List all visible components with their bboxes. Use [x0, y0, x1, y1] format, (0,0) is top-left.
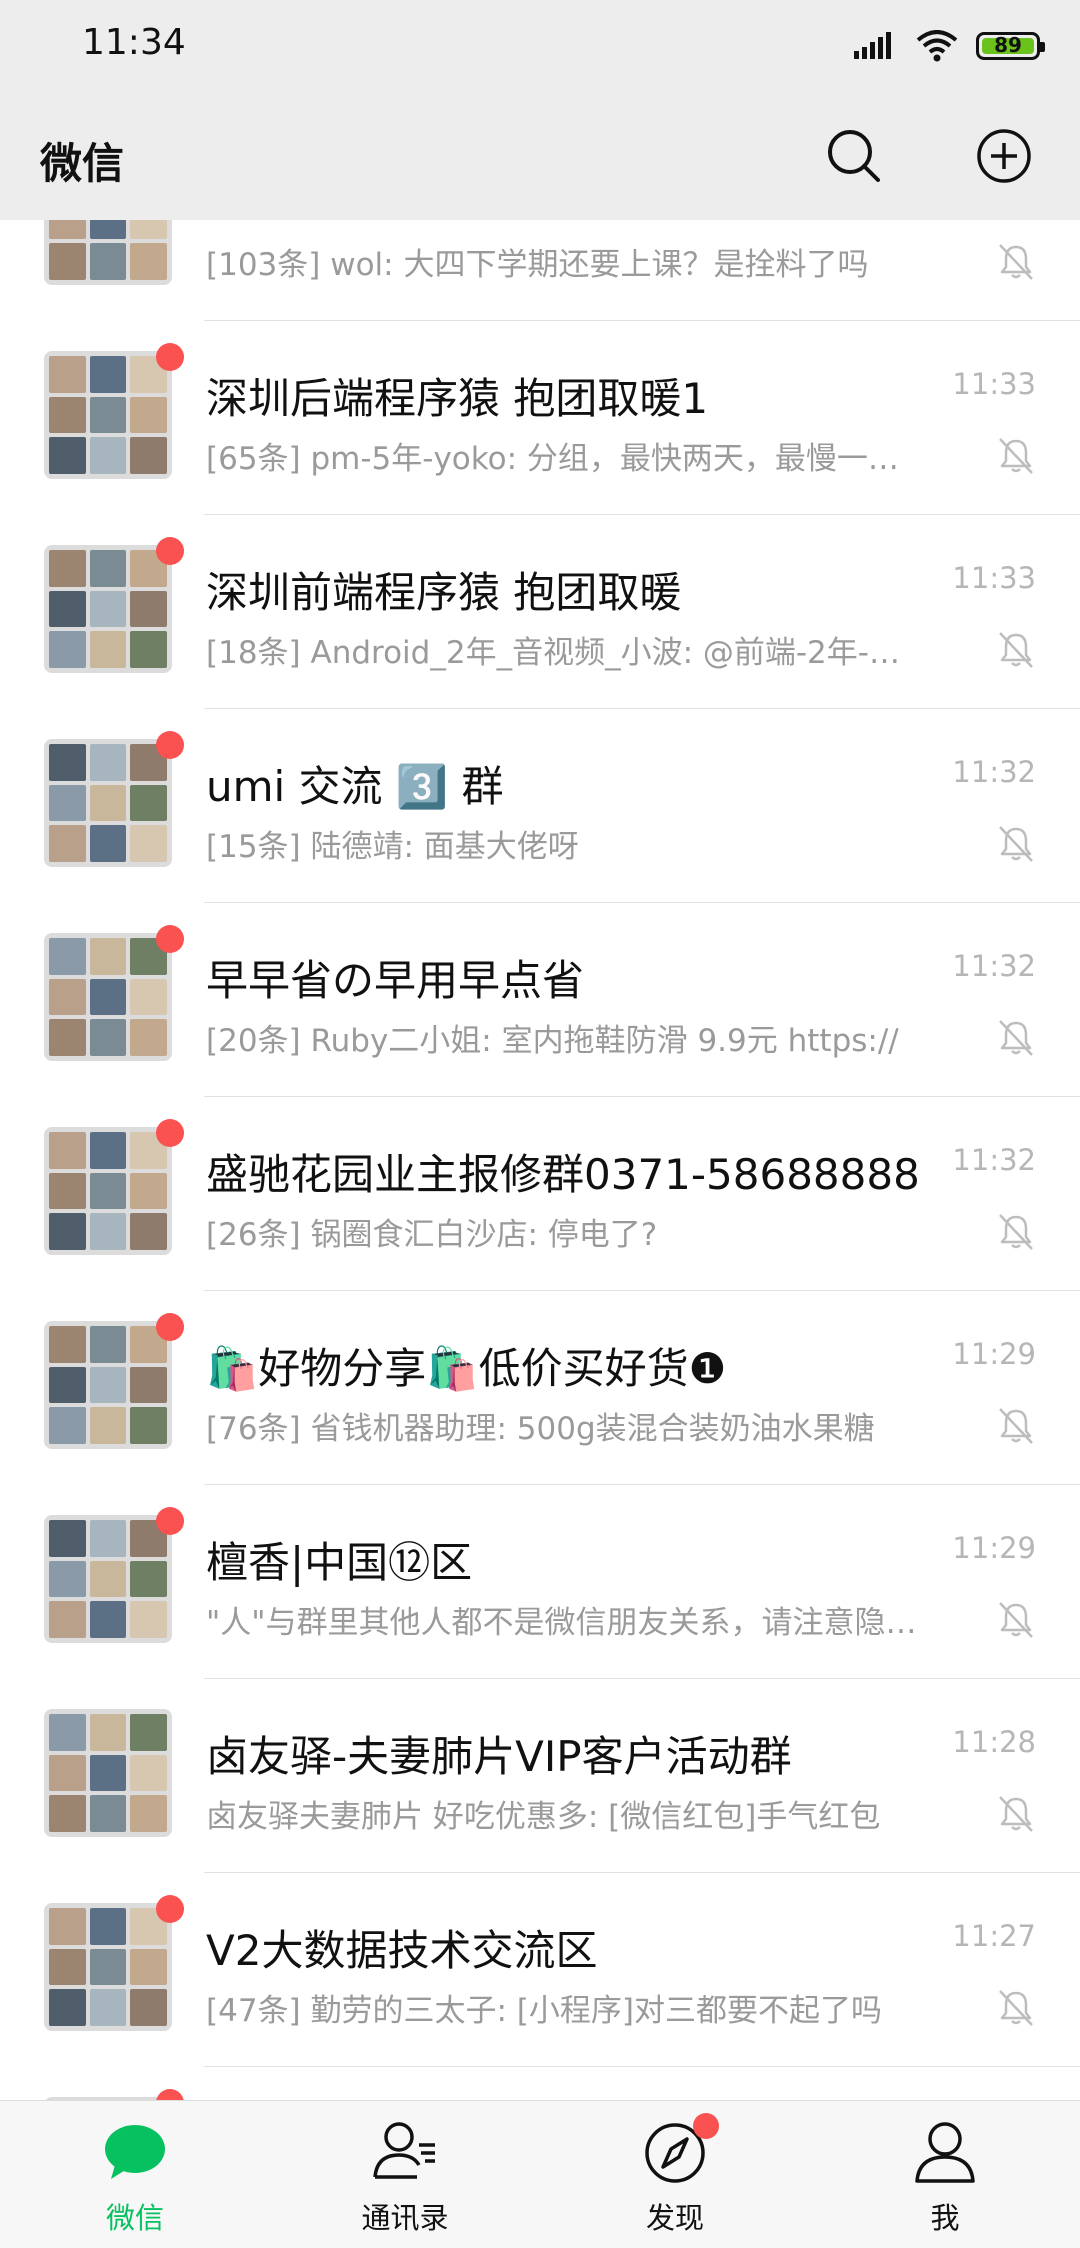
chat-last-message: [76条] 省钱机器助理: 500g装混合装奶油水果糖 — [206, 1411, 875, 1447]
mute-bell-icon — [999, 632, 1033, 668]
unread-dot — [156, 1119, 184, 1147]
chat-row[interactable]: 卤友驿-夫妻肺片VIP客户活动群卤友驿夫妻肺片 好吃优惠多: [微信红包]手气红… — [0, 1679, 1080, 1873]
battery-icon: 89 — [976, 32, 1045, 60]
contacts-icon — [373, 2122, 435, 2179]
group-avatar[interactable] — [44, 1127, 172, 1255]
tab-label: 通讯录 — [361, 2201, 449, 2235]
unread-dot — [156, 1313, 184, 1341]
chat-name: 🛍️好物分享🛍️低价买好货❶ — [206, 1344, 727, 1393]
mute-bell-icon — [999, 244, 1033, 280]
unread-dot — [156, 537, 184, 565]
chat-list[interactable]: [103条] wol: 大四下学期还要上课？是拴料了吗深圳后端程序猿 抱团取暖1… — [0, 220, 1080, 2100]
chat-row[interactable]: 深圳后端程序猿 抱团取暖1 [65条] pm-5年-yoko: 分组，最快两天，最… — [0, 321, 1080, 515]
tab-label: 我 — [930, 2201, 960, 2235]
unread-dot — [156, 925, 184, 953]
chat-name: 卤友驿-夫妻肺片VIP客户活动群 — [206, 1732, 792, 1781]
unread-dot — [156, 2089, 184, 2100]
page-title: 微信 — [40, 139, 125, 188]
tab-me[interactable]: 我 — [810, 2101, 1080, 2248]
chat-last-message: [103条] wol: 大四下学期还要上课？是拴料了吗 — [206, 247, 869, 283]
chat-row[interactable]: V2大数据技术交流区 [47条] 勤劳的三太子: [小程序]对三都要不起了吗 11:… — [0, 1873, 1080, 2067]
tab-bar: 微信 通讯录 发现 我 — [0, 2100, 1080, 2248]
unread-dot — [156, 1895, 184, 1923]
person-icon — [915, 2122, 975, 2183]
app-header: 微信 — [0, 92, 1080, 220]
chat-row[interactable]: umi 交流 3️⃣ 群 [15条] 陆德靖: 面基大佬呀 11:32 — [0, 709, 1080, 903]
mute-bell-icon — [999, 1602, 1033, 1638]
chat-last-message: [65条] pm-5年-yoko: 分组，最快两天，最慢一个月 — [206, 441, 926, 477]
group-avatar[interactable] — [44, 1903, 172, 2031]
unread-dot — [156, 731, 184, 759]
chat-last-message: [47条] 勤劳的三太子: [小程序]对三都要不起了吗 — [206, 1993, 882, 2029]
chat-row[interactable]: 深圳前端程序猿 抱团取暖 [18条] Android_2年_音视频_小波: @前端… — [0, 515, 1080, 709]
chat-name: 檀香|中国⑫区 — [206, 1538, 473, 1587]
mute-bell-icon — [999, 826, 1033, 862]
chat-name: umi 交流 3️⃣ 群 — [206, 762, 504, 811]
chat-row[interactable]: [103条] wol: 大四下学期还要上课？是拴料了吗 — [0, 220, 1080, 321]
battery-level: 89 — [994, 33, 1022, 57]
group-avatar[interactable] — [44, 739, 172, 867]
status-bar: 11:34 89 — [0, 0, 1080, 92]
search-icon — [828, 130, 880, 182]
chat-time: 11:29 — [952, 1531, 1036, 1565]
chat-time: 11:28 — [952, 1725, 1036, 1759]
chat-name: 盛驰花园业主报修群0371-58688888 — [206, 1150, 920, 1199]
mute-bell-icon — [999, 1990, 1033, 2026]
tab-contacts[interactable]: 通讯录 — [270, 2101, 540, 2248]
group-avatar[interactable] — [44, 1709, 172, 1837]
status-time: 11:34 — [82, 22, 186, 63]
chat-time: 11:32 — [952, 755, 1036, 789]
group-avatar[interactable] — [44, 933, 172, 1061]
chat-last-message: [20条] Ruby二小姐: 室内拖鞋防滑 9.9元 https:// — [206, 1023, 899, 1059]
group-avatar[interactable] — [44, 545, 172, 673]
chat-time: 11:27 — [952, 1919, 1036, 1953]
add-button[interactable] — [972, 124, 1036, 188]
chat-last-message: [26条] 锅圈食汇白沙店: 停电了? — [206, 1217, 658, 1253]
chat-name: 早早省の早用早点省 — [206, 956, 585, 1005]
tab-chats[interactable]: 微信 — [0, 2101, 270, 2248]
mute-bell-icon — [999, 1020, 1033, 1056]
tab-label: 发现 — [645, 2201, 704, 2235]
group-avatar[interactable] — [44, 1321, 172, 1449]
chat-name: 深圳前端程序猿 抱团取暖 — [206, 568, 682, 617]
chat-bubble-icon — [105, 2125, 165, 2179]
group-avatar[interactable] — [44, 1515, 172, 1643]
notification-dot — [693, 2113, 719, 2139]
mute-bell-icon — [999, 1408, 1033, 1444]
chat-row[interactable]: 盛驰花园业主报修群0371-58688888 [26条] 锅圈食汇白沙店: 停电了… — [0, 1097, 1080, 1291]
chat-last-message: "人"与群里其他人都不是微信朋友关系，请注意隐私安全 — [206, 1605, 926, 1641]
unread-dot — [156, 1507, 184, 1535]
chat-time: 11:29 — [952, 1337, 1036, 1371]
chat-time: 11:32 — [952, 1143, 1036, 1177]
mute-bell-icon — [999, 438, 1033, 474]
tab-label: 微信 — [105, 2201, 164, 2235]
group-avatar[interactable] — [44, 351, 172, 479]
unread-dot — [156, 343, 184, 371]
wifi-icon — [916, 30, 958, 62]
chat-name: V2大数据技术交流区 — [206, 1926, 598, 1975]
chat-row[interactable]: 【互一社区】3️⃣5️⃣群👍🏼VBK11:27 — [0, 2067, 1080, 2100]
chat-last-message: [15条] 陆德靖: 面基大佬呀 — [206, 829, 579, 865]
chat-last-message: 卤友驿夫妻肺片 好吃优惠多: [微信红包]手气红包 — [206, 1799, 881, 1835]
chat-time: 11:32 — [952, 949, 1036, 983]
group-avatar[interactable] — [44, 220, 172, 285]
search-button[interactable] — [822, 124, 886, 188]
signal-icon — [854, 32, 891, 59]
tab-discover[interactable]: 发现 — [540, 2101, 810, 2248]
chat-name: 深圳后端程序猿 抱团取暖1 — [206, 374, 709, 423]
chat-time: 11:33 — [952, 367, 1036, 401]
mute-bell-icon — [999, 1214, 1033, 1250]
chat-row[interactable]: 檀香|中国⑫区 "人"与群里其他人都不是微信朋友关系，请注意隐私安全 11:29 — [0, 1485, 1080, 1679]
chat-last-message: [18条] Android_2年_音视频_小波: @前端-2年-深圳 — [206, 635, 926, 671]
chat-time: 11:33 — [952, 561, 1036, 595]
chat-row[interactable]: 早早省の早用早点省 [20条] Ruby二小姐: 室内拖鞋防滑 9.9元 http… — [0, 903, 1080, 1097]
chat-row[interactable]: 🛍️好物分享🛍️低价买好货❶ [76条] 省钱机器助理: 500g装混合装奶油水果… — [0, 1291, 1080, 1485]
status-icons: 89 — [854, 26, 1045, 66]
mute-bell-icon — [999, 1796, 1033, 1832]
plus-circle-icon — [977, 129, 1031, 183]
